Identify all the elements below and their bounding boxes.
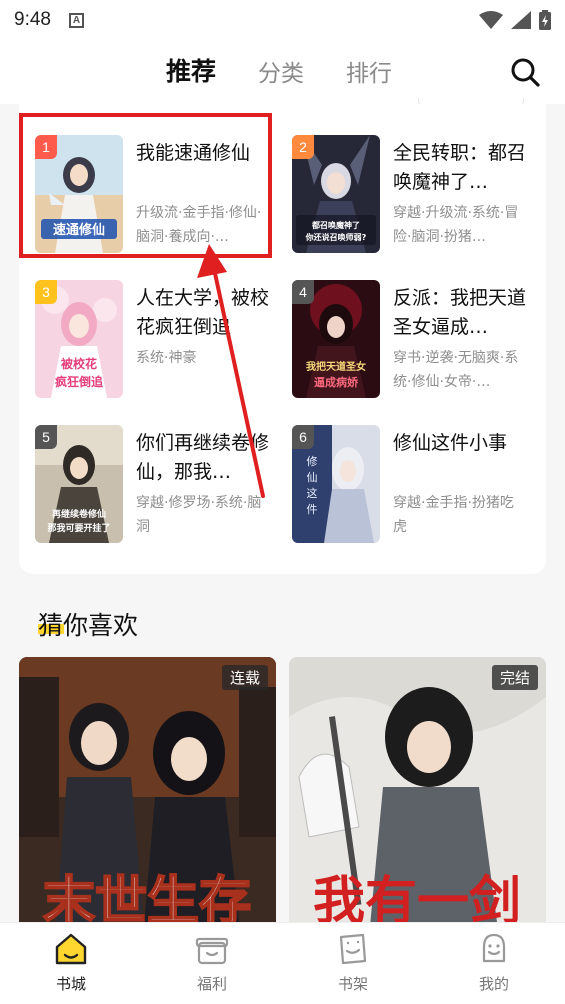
recommend-card[interactable]: 末世生存 连载 — [19, 657, 276, 937]
svg-text:逼成病娇: 逼成病娇 — [314, 375, 359, 389]
tab-ranking[interactable]: 排行 — [346, 54, 392, 88]
annotation-arrow-icon — [197, 244, 265, 498]
rank-badge: 2 — [292, 135, 314, 159]
highlight-box — [19, 113, 272, 258]
book-tags: 穿书·逆袭·无脑爽·系统·修仙·女帝·… — [393, 350, 519, 390]
svg-text:被校花: 被校花 — [61, 356, 97, 371]
bottom-nav-bookshelf[interactable]: 书架 — [313, 931, 393, 994]
svg-text:修: 修 — [307, 454, 318, 468]
svg-text:疯狂倒追: 疯狂倒追 — [55, 374, 104, 389]
status-bar: 9:48 A — [0, 0, 565, 40]
svg-text:那我可要开挂了: 那我可要开挂了 — [47, 522, 110, 534]
book-title[interactable]: 全民转职：都召唤魔神了… — [393, 139, 531, 197]
status-time: 9:48 — [14, 9, 51, 30]
a-icon: A — [68, 12, 84, 28]
top-nav: 推荐 分类 排行 — [0, 40, 565, 104]
bottom-nav-profile[interactable]: 我的 — [454, 931, 534, 994]
bookshelf-icon — [339, 933, 367, 965]
svg-text:件: 件 — [307, 503, 318, 516]
bottom-nav-label: 书城 — [55, 975, 86, 993]
bottom-nav-welfare[interactable]: 福利 — [172, 931, 252, 994]
signal-icon — [511, 11, 531, 29]
ranking-book[interactable]: 都召唤魔神了 你还说召唤师弱? 2 全民转职：都召唤魔神了… 穿越·升级流·系统… — [292, 135, 542, 255]
bottom-nav-label: 我的 — [478, 975, 509, 993]
section-title-guess: 猜你喜欢 — [38, 606, 138, 642]
svg-text:都召唤魔神了: 都召唤魔神了 — [311, 220, 360, 230]
book-title[interactable]: 修仙这件小事 — [393, 429, 531, 487]
ranking-book[interactable]: 修 仙 这 件 6 修仙这件小事 穿越·金手指·扮猪吃虎 — [292, 425, 542, 545]
wifi-icon — [479, 11, 503, 29]
recommend-card[interactable]: 我有一剑 完结 — [289, 657, 546, 937]
profile-icon — [482, 933, 506, 963]
rank-badge: 5 — [35, 425, 57, 449]
bottom-nav-label: 福利 — [196, 975, 227, 993]
section-title-text: 猜你喜欢 — [38, 611, 139, 640]
svg-text:你还说召唤师弱?: 你还说召唤师弱? — [305, 232, 367, 242]
battery-icon — [539, 10, 551, 30]
bottom-nav-label: 书架 — [337, 975, 368, 993]
status-icons — [479, 10, 551, 30]
gift-icon — [195, 937, 229, 965]
svg-text:这: 这 — [307, 486, 318, 500]
svg-text:我把天道圣女: 我把天道圣女 — [306, 360, 366, 373]
svg-text:仙: 仙 — [307, 471, 318, 484]
tab-category[interactable]: 分类 — [258, 54, 304, 88]
home-icon — [55, 933, 87, 965]
status-badge: 完结 — [491, 665, 538, 690]
ranking-book[interactable]: 我把天道圣女 逼成病娇 4 反派：我把天道圣女逼成… 穿书·逆袭·无脑爽·系统·… — [292, 280, 542, 400]
book-tags: 穿越·升级流·系统·冒险·脑洞·扮猪… — [393, 205, 519, 245]
search-icon[interactable] — [509, 56, 541, 88]
bottom-nav-bookstore[interactable]: 书城 — [31, 931, 111, 994]
rank-badge: 3 — [35, 280, 57, 304]
status-badge: 连载 — [221, 665, 268, 690]
svg-text:再继续卷修仙: 再继续卷修仙 — [52, 508, 106, 520]
book-tags: 穿越·金手指·扮猪吃虎 — [393, 495, 514, 535]
rank-badge: 4 — [292, 280, 314, 304]
book-title[interactable]: 反派：我把天道圣女逼成… — [393, 284, 531, 342]
rank-badge: 6 — [292, 425, 314, 449]
tab-recommend[interactable]: 推荐 — [166, 52, 216, 88]
bottom-nav: 书城 福利 书架 我的 — [0, 922, 565, 1004]
